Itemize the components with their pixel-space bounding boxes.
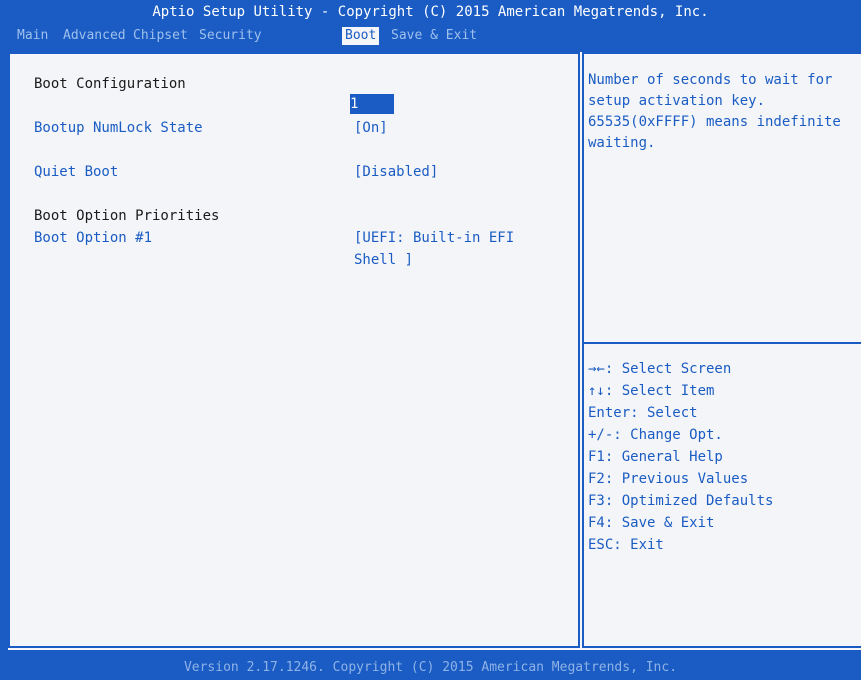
- tab-security[interactable]: Security: [196, 27, 265, 45]
- key-legend: →←: Select Screen ↑↓: Select Item Enter:…: [588, 358, 858, 556]
- title-bar: Aptio Setup Utility - Copyright (C) 2015…: [152, 4, 709, 20]
- key-select-screen: →←: Select Screen: [588, 361, 732, 377]
- settings-pane: Boot Configuration Setup Prompt Timeout …: [8, 52, 580, 648]
- help-text: Number of seconds to wait for setup acti…: [588, 70, 858, 154]
- help-line: Number of seconds to wait for: [588, 72, 833, 88]
- tab-advanced[interactable]: Advanced: [60, 27, 129, 45]
- key-select-item: ↑↓: Select Item: [588, 383, 715, 399]
- key-general-help: F1: General Help: [588, 449, 723, 465]
- help-line: waiting.: [588, 135, 656, 151]
- tab-main[interactable]: Main: [14, 27, 51, 45]
- boot-option-1-label[interactable]: Boot Option #1: [34, 228, 152, 248]
- footer-version: Version 2.17.1246. Copyright (C) 2015 Am…: [183, 660, 678, 675]
- tab-boot[interactable]: Boot: [342, 27, 380, 45]
- bootup-numlock-state-label[interactable]: Bootup NumLock State: [34, 118, 203, 138]
- key-change-opt: +/-: Change Opt.: [588, 427, 723, 443]
- quiet-boot-value[interactable]: [Disabled]: [354, 162, 438, 182]
- tab-chipset[interactable]: Chipset: [130, 27, 191, 45]
- tab-save-exit[interactable]: Save & Exit: [388, 27, 480, 45]
- key-optimized-defaults: F3: Optimized Defaults: [588, 493, 774, 509]
- help-line: setup activation key.: [588, 93, 766, 109]
- key-esc-exit: ESC: Exit: [588, 537, 664, 553]
- key-previous-values: F2: Previous Values: [588, 471, 749, 487]
- section-boot-option-priorities: Boot Option Priorities: [34, 208, 220, 224]
- tab-bar: Main Advanced Chipset Security Boot Save…: [0, 24, 861, 48]
- quiet-boot-label[interactable]: Quiet Boot: [34, 162, 118, 182]
- help-line: 65535(0xFFFF) means indefinite: [588, 114, 841, 130]
- setup-prompt-timeout-label[interactable]: Setup Prompt Timeout: [34, 94, 203, 114]
- section-boot-configuration: Boot Configuration: [34, 76, 186, 92]
- setup-prompt-timeout-value[interactable]: 1: [350, 94, 395, 114]
- boot-option-1-value-line1[interactable]: [UEFI: Built-in EFI: [354, 228, 514, 248]
- bootup-numlock-state-value[interactable]: [On]: [354, 118, 388, 138]
- boot-option-1-value-line2[interactable]: Shell ]: [354, 250, 413, 270]
- help-pane: Number of seconds to wait for setup acti…: [582, 52, 861, 648]
- bios-screen: Aptio Setup Utility - Copyright (C) 2015…: [0, 0, 861, 680]
- key-enter-select: Enter: Select: [588, 405, 698, 421]
- main-panel: Boot Configuration Setup Prompt Timeout …: [8, 52, 861, 650]
- help-divider: [584, 342, 861, 344]
- key-save-exit: F4: Save & Exit: [588, 515, 715, 531]
